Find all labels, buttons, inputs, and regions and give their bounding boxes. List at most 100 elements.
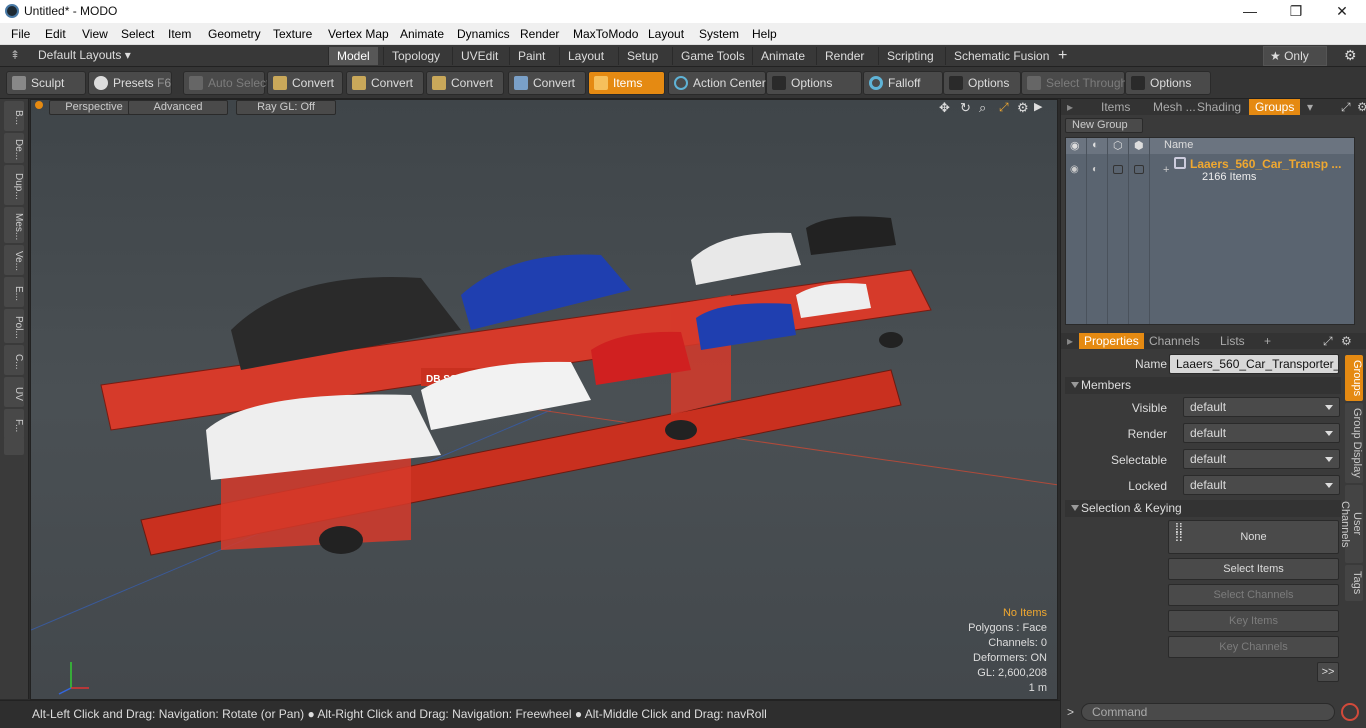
tab-animate[interactable]: Animate (752, 47, 813, 65)
left-tab-duplicate[interactable]: Dup... (4, 165, 24, 205)
options-button-2[interactable]: Options (943, 71, 1021, 95)
side-tab-groups[interactable]: Groups (1345, 355, 1363, 401)
panel-grip-icon[interactable]: ▸ (1061, 99, 1079, 115)
left-tab-deform[interactable]: De... (4, 133, 24, 163)
left-tab-polygon[interactable]: Pol... (4, 309, 24, 343)
default-layouts-dropdown[interactable]: Default Layouts ▾ (38, 48, 131, 62)
record-icon[interactable] (1341, 703, 1359, 721)
row-render-icon[interactable]: ◐ (1092, 164, 1098, 175)
tab-topology[interactable]: Topology (383, 47, 448, 65)
convert-button-1[interactable]: Convert (267, 71, 343, 95)
menu-file[interactable]: File (11, 27, 30, 41)
convert-button-2[interactable]: Convert (346, 71, 424, 95)
car-transporter-model[interactable]: DB SCHENKER ATG (100, 216, 932, 556)
menu-geometry[interactable]: Geometry (208, 27, 261, 41)
tab-setup[interactable]: Setup (618, 47, 666, 65)
menu-system[interactable]: System (699, 27, 739, 41)
none-preset-button[interactable]: ⁞⁞ ⁞⁞ None (1168, 520, 1339, 554)
side-tab-user-channels[interactable]: User Channels (1339, 485, 1363, 563)
lock-icon[interactable]: ⬢ (1134, 139, 1144, 152)
tab-groups[interactable]: Groups (1249, 99, 1301, 115)
tab-render[interactable]: Render (816, 47, 872, 65)
maximize-button[interactable]: ❐ (1282, 2, 1310, 20)
left-tab-mesh[interactable]: Mes... (4, 207, 24, 243)
left-tab-fusion[interactable]: F... (4, 409, 24, 439)
left-tab-vertex[interactable]: Ve... (4, 245, 24, 275)
tab-scripting[interactable]: Scripting (878, 47, 942, 65)
menu-view[interactable]: View (82, 27, 108, 41)
convert-button-3[interactable]: Convert (426, 71, 504, 95)
row-select-checkbox[interactable] (1113, 165, 1123, 174)
tab-paint[interactable]: Paint (509, 47, 553, 65)
add-tab-button[interactable]: + (1050, 47, 1075, 65)
selection-keying-section-header[interactable]: Selection & Keying (1065, 500, 1341, 517)
auto-select-button[interactable]: Auto Select (183, 71, 269, 95)
options-button-1[interactable]: Options (766, 71, 862, 95)
left-tab-edge[interactable]: E... (4, 277, 24, 307)
render-dropdown[interactable]: default (1183, 423, 1340, 443)
minimize-button[interactable]: — (1236, 2, 1264, 20)
select-icon[interactable]: ⬡ (1113, 139, 1123, 152)
gear-icon[interactable]: ⚙ (1336, 47, 1365, 65)
select-items-button[interactable]: Select Items (1168, 558, 1339, 580)
groups-list[interactable]: ◉ ◐ ⬡ ⬢ Name ◉ ◐ + Laaers_560_Car_Transp… (1065, 137, 1355, 325)
tab-lists[interactable]: Lists (1214, 333, 1251, 349)
close-button[interactable]: ✕ (1328, 2, 1356, 20)
key-channels-button[interactable]: Key Channels (1168, 636, 1339, 658)
tab-schematic-fusion[interactable]: Schematic Fusion (945, 47, 1057, 65)
panel-grip-icon[interactable]: ▸ (1061, 333, 1079, 349)
tabs-dropdown-icon[interactable]: ▾ (1301, 99, 1319, 115)
panel-gear-icon[interactable]: ⚙ (1335, 333, 1358, 349)
tab-uvedit[interactable]: UVEdit (452, 47, 506, 65)
presets-button[interactable]: Presets F6 (88, 71, 172, 95)
tab-shading[interactable]: Shading (1191, 99, 1247, 115)
selectable-dropdown[interactable]: default (1183, 449, 1340, 469)
row-lock-checkbox[interactable] (1134, 165, 1144, 174)
key-items-button[interactable]: Key Items (1168, 610, 1339, 632)
tab-channels[interactable]: Channels (1143, 333, 1206, 349)
command-input[interactable]: Command (1081, 703, 1335, 721)
left-tab-curve[interactable]: C... (4, 345, 24, 375)
menu-texture[interactable]: Texture (273, 27, 312, 41)
tab-model[interactable]: Model (328, 47, 378, 65)
group-name[interactable]: Laaers_560_Car_Transp ... (1190, 157, 1341, 171)
tab-game-tools[interactable]: Game Tools (672, 47, 753, 65)
expand-plus-icon[interactable]: + (1163, 164, 1169, 176)
left-tab-extra[interactable] (4, 437, 24, 455)
options-button-3[interactable]: Options (1125, 71, 1211, 95)
menu-layout[interactable]: Layout (648, 27, 684, 41)
panel-gear-icon[interactable]: ⚙ (1351, 99, 1366, 115)
select-through-button[interactable]: Select Through (1021, 71, 1127, 95)
3d-viewport[interactable]: Perspective Advanced Ray GL: Off ✥ ↻ ⌕ ⤢… (30, 99, 1058, 700)
menu-vertex-map[interactable]: Vertex Map (328, 27, 389, 41)
falloff-button[interactable]: Falloff (863, 71, 943, 95)
menu-select[interactable]: Select (121, 27, 154, 41)
items-mode-button[interactable]: Items (588, 71, 665, 95)
new-group-button[interactable]: New Group (1065, 118, 1143, 133)
side-tab-group-display[interactable]: Group Display (1345, 403, 1363, 483)
render-icon[interactable]: ◐ (1092, 139, 1099, 151)
more-button[interactable]: >> (1317, 662, 1339, 682)
layout-pin-icon[interactable]: ⇞ (10, 48, 20, 62)
convert-button-4[interactable]: Convert (508, 71, 586, 95)
only-toggle[interactable]: ★ Only (1263, 46, 1327, 66)
menu-help[interactable]: Help (752, 27, 777, 41)
menu-item[interactable]: Item (168, 27, 191, 41)
sculpt-button[interactable]: Sculpt (6, 71, 86, 95)
left-tab-basic[interactable]: B... (4, 101, 24, 131)
action-center-button[interactable]: Action Center (668, 71, 766, 95)
menu-maxtomodo[interactable]: MaxToModo (573, 27, 638, 41)
scene-canvas[interactable]: DB SCHENKER ATG (31, 100, 1058, 700)
menu-dynamics[interactable]: Dynamics (457, 27, 510, 41)
tab-layout[interactable]: Layout (559, 47, 612, 65)
tab-properties[interactable]: Properties (1079, 333, 1144, 349)
tab-items[interactable]: Items (1095, 99, 1136, 115)
select-channels-button[interactable]: Select Channels (1168, 584, 1339, 606)
visibility-eye-icon[interactable]: ◉ (1070, 139, 1080, 152)
members-section-header[interactable]: Members (1065, 377, 1341, 394)
name-field[interactable]: Laaers_560_Car_Transporter_wi (1169, 354, 1339, 374)
menu-animate[interactable]: Animate (400, 27, 444, 41)
menu-render[interactable]: Render (520, 27, 559, 41)
menu-edit[interactable]: Edit (45, 27, 66, 41)
visible-dropdown[interactable]: default (1183, 397, 1340, 417)
